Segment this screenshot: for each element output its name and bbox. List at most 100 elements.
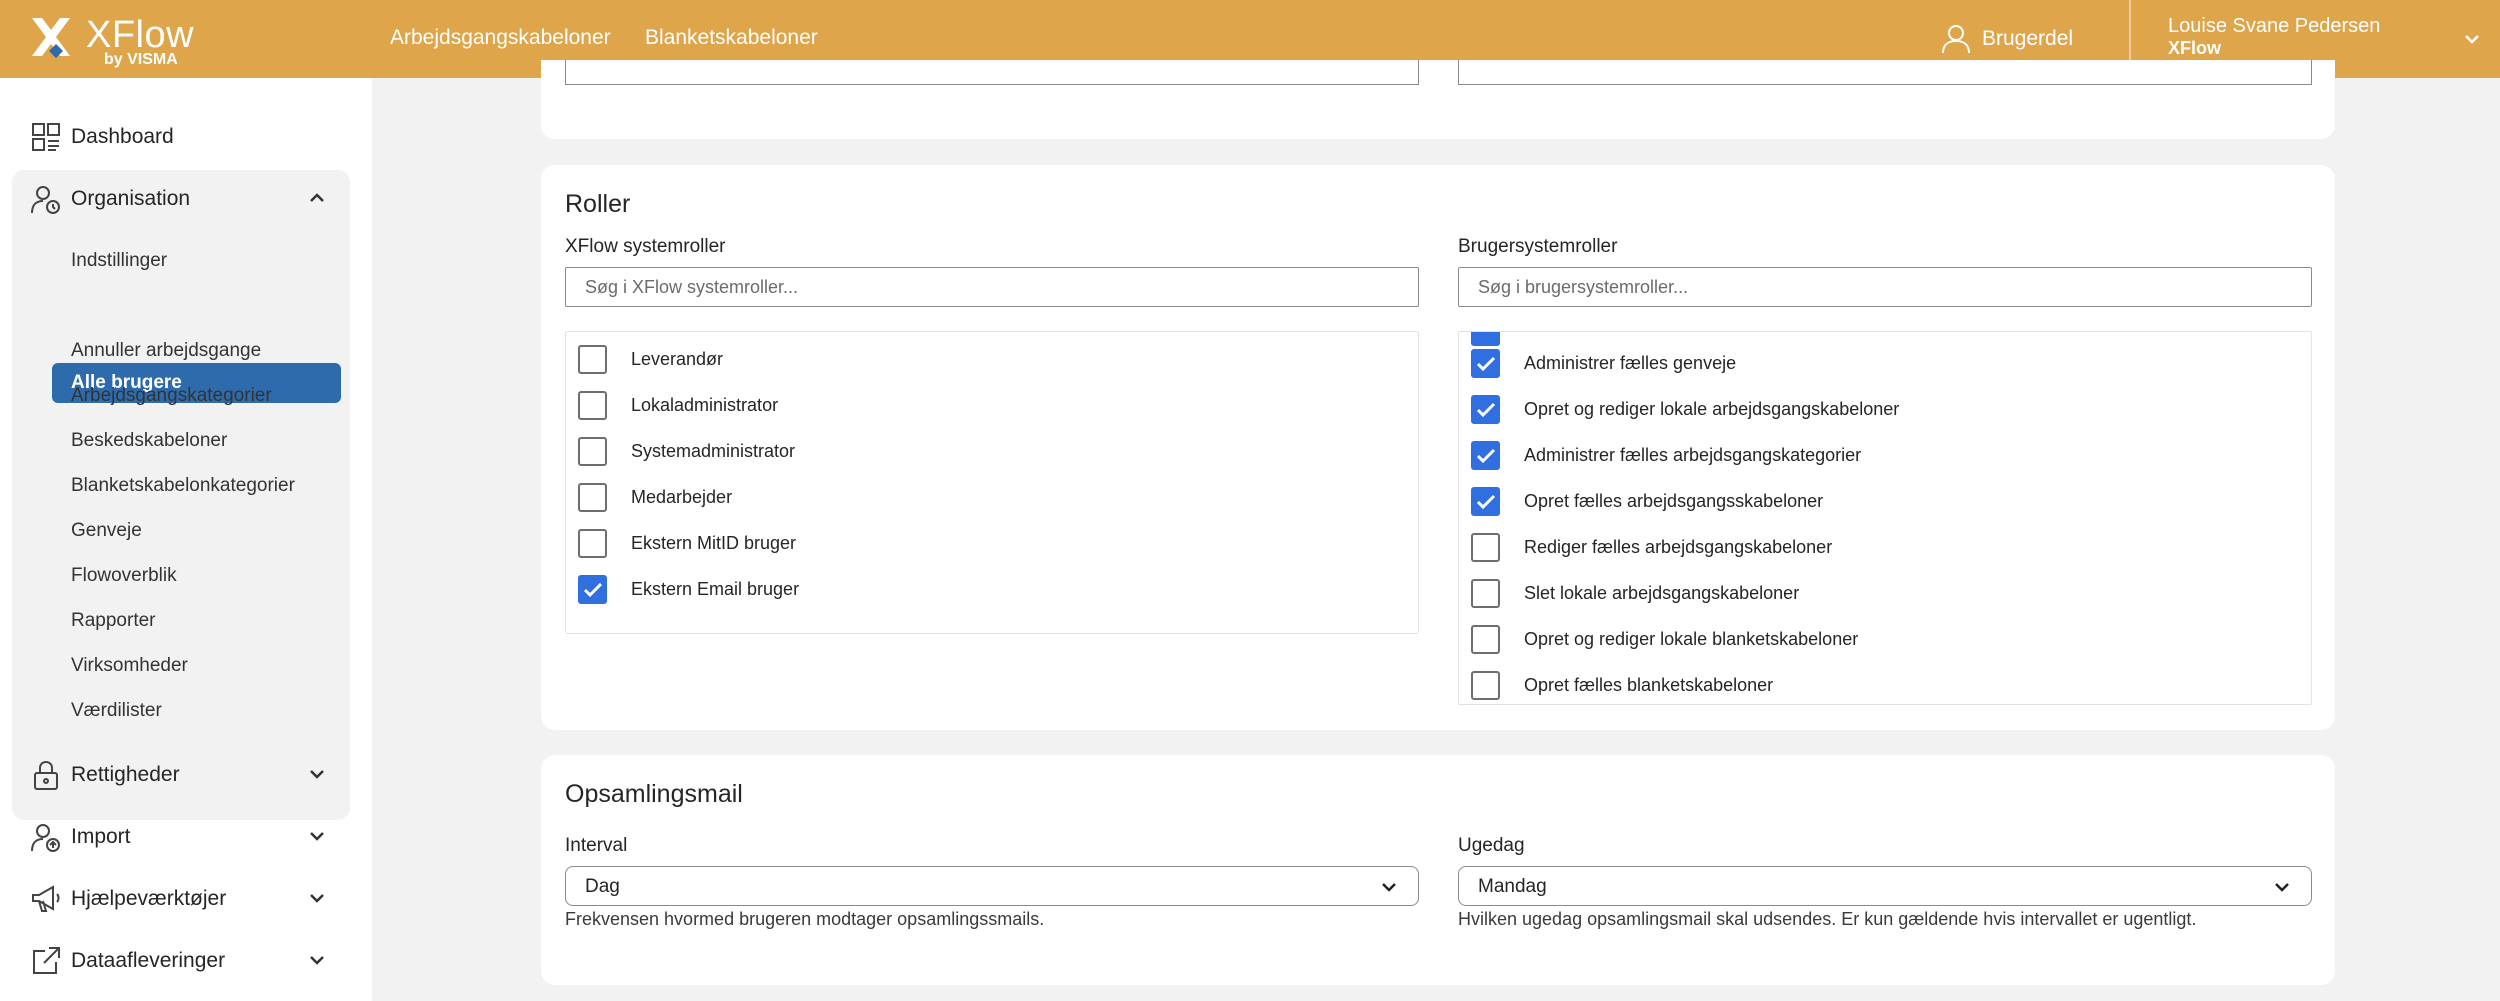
- checkbox-ekstern-mitid[interactable]: [578, 529, 607, 558]
- checkbox-label: Ekstern MitID bruger: [631, 533, 797, 553]
- sidebar-label-rettigheder: Rettigheder: [71, 763, 180, 786]
- checkbox-label: Opret og rediger lokale arbejdsgangskabe…: [1524, 399, 1900, 419]
- sidebar-sub-arbejdsgangskategorier[interactable]: Arbejdsgangskategorier: [71, 385, 272, 407]
- digest-mail-title: Opsamlingsmail: [565, 780, 743, 808]
- sidebar-label-dataafleveringer: Dataafleveringer: [71, 949, 226, 972]
- account-org: XFlow: [2168, 38, 2221, 58]
- weekday-value: Mandag: [1478, 876, 1547, 897]
- sidebar-label-dashboard: Dashboard: [71, 125, 174, 148]
- chevron-down-icon: [310, 832, 324, 841]
- checkbox-label: Administrer fælles genveje: [1524, 353, 1737, 373]
- xflow-logo[interactable]: XFlow by VISMA: [30, 16, 194, 68]
- checkbox-label: Ekstern Email bruger: [631, 579, 800, 599]
- nav-blanketskabeloner[interactable]: Blanketskabeloner: [645, 26, 818, 50]
- sidebar-label-import: Import: [71, 825, 131, 848]
- organisation-icon: [31, 186, 60, 214]
- checkmark-icon: [1476, 494, 1496, 510]
- chevron-down-icon: [310, 894, 324, 903]
- weekday-help: Hvilken ugedag opsamlingsmail skal udsen…: [1458, 909, 2197, 929]
- user-roles-search-input[interactable]: [1458, 267, 2312, 307]
- sidebar-item-dataafleveringer[interactable]: Dataafleveringer: [30, 941, 350, 981]
- previous-field-left[interactable]: [565, 60, 1419, 85]
- xflow-roles-search-input[interactable]: [565, 267, 1419, 307]
- account-chevron-down-icon[interactable]: [2463, 30, 2481, 48]
- sidebar-sub-annuller-arbejdsgange[interactable]: Annuller arbejdsgange: [71, 340, 261, 362]
- sidebar-sub-indstillinger[interactable]: Indstillinger: [71, 250, 167, 272]
- checkbox-label: Opret og rediger lokale blanketskabelone…: [1524, 629, 1859, 649]
- sidebar-item-organisation[interactable]: Organisation: [30, 179, 350, 219]
- checkbox-opret-rediger-lokale-blanketskabeloner[interactable]: [1471, 625, 1500, 654]
- lock-icon: [34, 760, 58, 790]
- chevron-down-icon: [2275, 883, 2289, 892]
- xflow-logo-icon: [32, 18, 70, 58]
- checkbox-label: Slet lokale arbejdsgangskabeloner: [1524, 583, 1800, 603]
- roles-title: Roller: [565, 190, 631, 218]
- sidebar-label-hjaelpevaerktojer: Hjælpeværktøjer: [71, 887, 227, 910]
- sidebar-sub-flowoverblik[interactable]: Flowoverblik: [71, 565, 177, 587]
- checkbox-label: Opret fælles arbejdsgangsskabeloner: [1524, 491, 1824, 511]
- checkmark-icon: [583, 582, 603, 598]
- interval-select[interactable]: Dag: [565, 866, 1419, 906]
- sidebar-label-organisation: Organisation: [71, 187, 191, 210]
- user-icon: [1942, 25, 1970, 54]
- user-roles-label: Brugersystemroller: [1458, 236, 1618, 257]
- interval-label: Interval: [565, 835, 628, 856]
- sidebar-item-rettigheder[interactable]: Rettigheder: [30, 755, 350, 795]
- logo-subtitle: by VISMA: [104, 51, 178, 68]
- sidebar-item-import[interactable]: Import: [30, 817, 350, 857]
- checkbox-label: Administrer fælles arbejdsgangskategorie…: [1524, 445, 1862, 465]
- interval-value: Dag: [585, 876, 620, 897]
- previous-section-card: [541, 60, 2335, 139]
- sidebar-sub-vaerdilister[interactable]: Værdilister: [71, 700, 162, 722]
- checkbox-label: Leverandør: [631, 349, 724, 369]
- checkmark-icon: [1476, 402, 1496, 418]
- sidebar-sub-virksomheder[interactable]: Virksomheder: [71, 655, 188, 677]
- checkbox-ekstern-email[interactable]: [578, 575, 607, 604]
- checkbox-medarbejder[interactable]: [578, 483, 607, 512]
- checkbox-administrer-faelles-arbejdsgangskategorier[interactable]: [1471, 441, 1500, 470]
- nav-arbejdsgangskabeloner[interactable]: Arbejdsgangskabeloner: [390, 26, 611, 50]
- sidebar-sub-rapporter[interactable]: Rapporter: [71, 610, 156, 632]
- export-icon: [33, 947, 60, 974]
- checkbox-label: Opret fælles blanketskabeloner: [1524, 675, 1774, 695]
- user-part-label: Brugerdel: [1982, 27, 2074, 50]
- checkbox-leverandor[interactable]: [578, 345, 607, 374]
- checkbox-label: Systemadministrator: [631, 441, 796, 461]
- xflow-roles-list: Leverandør Lokaladministrator Systemadmi…: [565, 331, 1419, 634]
- account-name[interactable]: Louise Svane Pedersen: [2168, 15, 2380, 38]
- chevron-down-icon: [310, 770, 324, 779]
- interval-help: Frekvensen hvormed brugeren modtager ops…: [565, 909, 1045, 929]
- checkbox-partial: [1471, 332, 1500, 346]
- sidebar-item-dashboard[interactable]: Dashboard: [30, 117, 350, 157]
- sidebar-sub-blanketskabelonkategorier[interactable]: Blanketskabelonkategorier: [71, 475, 295, 497]
- sidebar-item-hjaelpevaerktojer[interactable]: Hjælpeværktøjer: [30, 879, 350, 919]
- checkbox-opret-faelles-blanketskabeloner[interactable]: [1471, 671, 1500, 700]
- checkmark-icon: [1476, 448, 1496, 464]
- checkmark-icon: [1476, 356, 1496, 372]
- checkbox-administrer-faelles-genveje[interactable]: [1471, 349, 1500, 378]
- previous-field-right[interactable]: [1458, 60, 2312, 85]
- chevron-down-icon: [1382, 883, 1396, 892]
- roles-card: Roller XFlow systemroller Leverandør Lok…: [541, 165, 2335, 730]
- checkbox-opret-faelles-arbejdsgangsskabeloner[interactable]: [1471, 487, 1500, 516]
- sidebar-sub-genveje[interactable]: Genveje: [71, 520, 142, 542]
- checkbox-slet-lokale-arbejdsgangskabeloner[interactable]: [1471, 579, 1500, 608]
- checkbox-opret-rediger-lokale-arbejdsgangskabeloner[interactable]: [1471, 395, 1500, 424]
- digest-mail-card: Opsamlingsmail Interval Dag Frekvensen h…: [541, 755, 2335, 985]
- checkbox-label: Lokaladministrator: [631, 395, 779, 415]
- checkbox-lokaladministrator[interactable]: [578, 391, 607, 420]
- sidebar: Dashboard Organisation Indstillinger All…: [0, 78, 372, 1001]
- weekday-label: Ugedag: [1458, 835, 1525, 856]
- dashboard-icon: [32, 123, 60, 151]
- sidebar-sub-beskedskabeloner[interactable]: Beskedskabeloner: [71, 430, 227, 452]
- checkbox-label: Rediger fælles arbejdsgangskabeloner: [1524, 537, 1833, 557]
- import-icon: [31, 824, 60, 852]
- weekday-select[interactable]: Mandag: [1458, 866, 2312, 906]
- checkbox-rediger-faelles-arbejdsgangskabeloner[interactable]: [1471, 533, 1500, 562]
- checkbox-systemadministrator[interactable]: [578, 437, 607, 466]
- xflow-roles-label: XFlow systemroller: [565, 236, 726, 257]
- checkbox-label: Medarbejder: [631, 487, 733, 507]
- logo-title: XFlow: [86, 14, 195, 56]
- chevron-up-icon: [310, 193, 324, 202]
- user-roles-list[interactable]: Administrer fælles genveje Opret og redi…: [1458, 331, 2312, 705]
